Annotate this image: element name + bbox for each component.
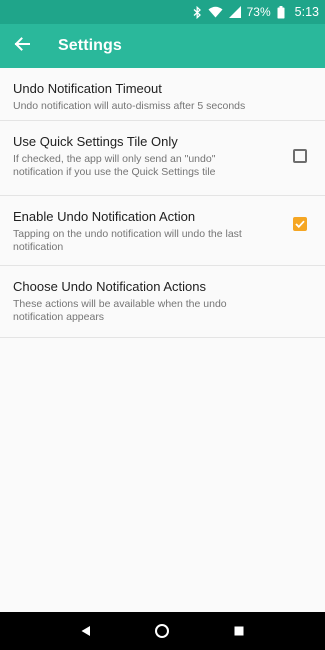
page-title: Settings — [58, 37, 122, 54]
nav-back-button[interactable] — [71, 616, 101, 646]
pref-summary: If checked, the app will only send an "u… — [13, 153, 216, 178]
pref-title: Use Quick Settings Tile Only — [13, 134, 178, 149]
pref-choose-undo-actions[interactable]: Choose Undo Notification Actions These a… — [0, 266, 325, 338]
signal-icon — [228, 6, 241, 18]
pref-title: Undo Notification Timeout — [13, 81, 162, 96]
app-bar: Settings — [0, 24, 325, 68]
back-triangle-icon — [81, 626, 91, 636]
recents-square-icon — [234, 626, 244, 636]
enable-undo-action-checkbox[interactable] — [293, 217, 307, 231]
pref-summary: Undo notification will auto-dismiss afte… — [13, 100, 246, 112]
arrow-left-icon — [14, 36, 30, 56]
home-circle-icon — [155, 624, 170, 638]
checkmark-icon — [295, 220, 305, 228]
quick-settings-checkbox[interactable] — [293, 149, 307, 163]
pref-undo-notification-timeout[interactable]: Undo Notification Timeout Undo notificat… — [0, 68, 325, 121]
wifi-icon — [208, 6, 223, 18]
pref-title: Enable Undo Notification Action — [13, 209, 196, 224]
battery-icon — [277, 5, 285, 19]
screen: 73% 5:13 Settings Undo Notification Time… — [0, 0, 325, 650]
status-bar: 73% 5:13 — [0, 0, 325, 24]
pref-quick-settings-tile-only[interactable]: Use Quick Settings Tile Only If checked,… — [0, 121, 325, 196]
pref-summary: These actions will be available when the… — [13, 298, 227, 323]
nav-recents-button[interactable] — [224, 616, 254, 646]
back-button[interactable] — [0, 24, 44, 68]
battery-percent: 73% — [246, 5, 271, 19]
pref-summary: Tapping on the undo notification will un… — [13, 228, 242, 253]
nav-home-button[interactable] — [147, 616, 177, 646]
pref-enable-undo-action[interactable]: Enable Undo Notification Action Tapping … — [0, 196, 325, 266]
nav-bar — [0, 612, 325, 650]
pref-title: Choose Undo Notification Actions — [13, 279, 206, 294]
preferences-list: Undo Notification Timeout Undo notificat… — [0, 68, 325, 338]
status-time: 5:13 — [294, 5, 319, 19]
bluetooth-icon — [193, 5, 202, 19]
